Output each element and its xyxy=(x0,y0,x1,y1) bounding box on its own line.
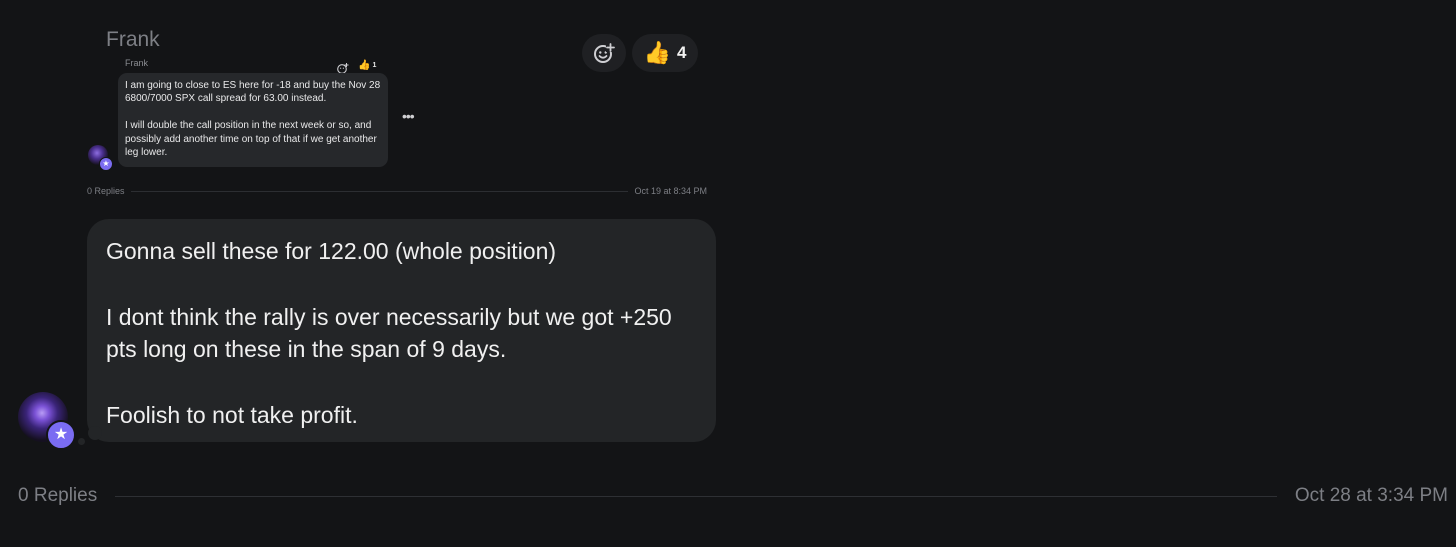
quoted-thumbs-reaction: 👍 1 xyxy=(358,60,376,71)
quoted-message-bubble: I am going to close to ES here for -18 a… xyxy=(118,73,388,167)
message-bubble: Gonna sell these for 122.00 (whole posit… xyxy=(87,219,716,442)
quoted-author: Frank xyxy=(125,58,149,68)
bubble-tail-dot xyxy=(78,438,85,445)
message-author: Frank xyxy=(106,28,160,51)
quoted-replies-row: 0 Replies Oct 19 at 8:34 PM xyxy=(87,185,707,197)
replies-row: 0 Replies Oct 28 at 3:34 PM xyxy=(18,484,1448,508)
quoted-message-preview[interactable]: Frank 👍 1 I am going to close to ES here… xyxy=(84,52,720,180)
quoted-reaction-count: 1 xyxy=(372,62,377,69)
replies-count[interactable]: 0 Replies xyxy=(18,485,97,507)
message-timestamp: Oct 28 at 3:34 PM xyxy=(1294,485,1448,506)
quoted-star-badge-icon: ★ xyxy=(99,157,113,171)
quoted-replies-count[interactable]: 0 Replies xyxy=(87,186,125,196)
divider xyxy=(130,190,629,192)
divider xyxy=(115,495,1277,497)
quoted-thumbs-up-icon: 👍 xyxy=(358,60,371,71)
star-badge-icon: ★ xyxy=(46,420,76,450)
quoted-timestamp: Oct 19 at 8:34 PM xyxy=(634,186,707,196)
bubble-tail xyxy=(88,426,102,440)
more-options-icon[interactable]: ••• xyxy=(402,108,415,124)
